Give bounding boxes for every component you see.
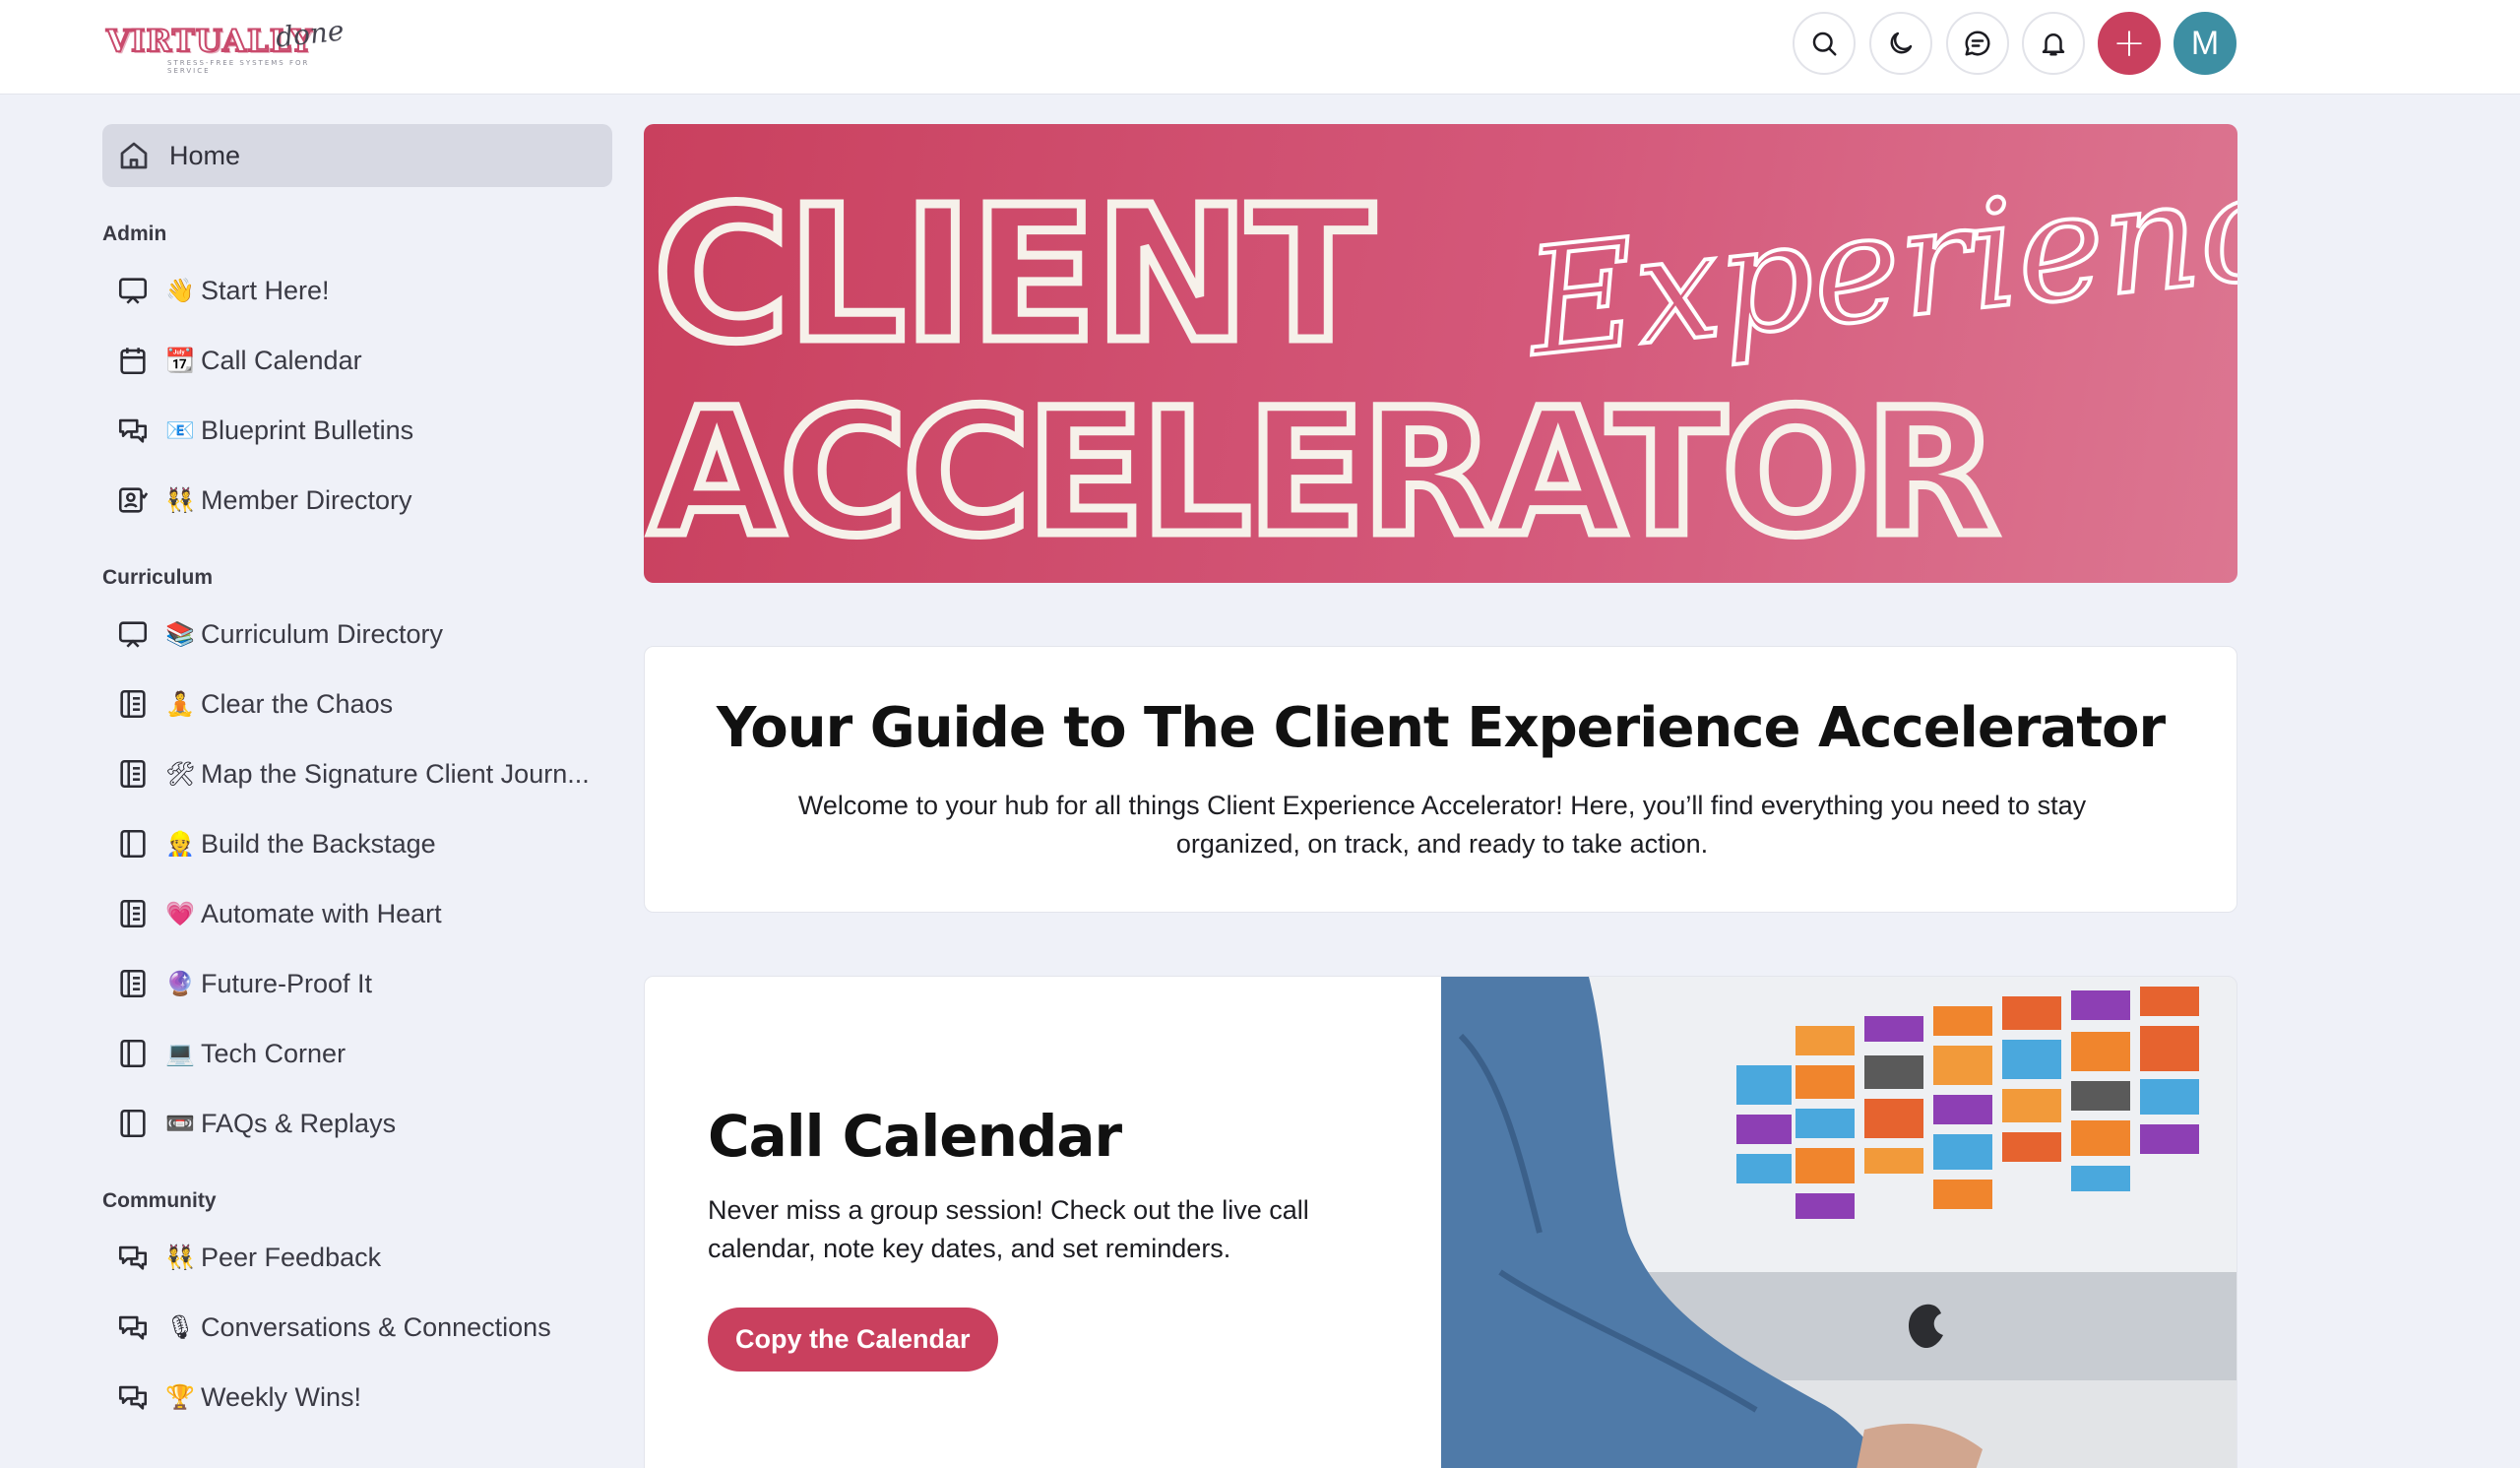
chat-icon bbox=[1965, 31, 1990, 56]
logo-tagline: STRESS-FREE SYSTEMS FOR SERVICE bbox=[167, 59, 310, 75]
search-icon bbox=[1812, 32, 1837, 56]
panel-icon bbox=[120, 829, 146, 859]
banner-artwork: CLIENT Experience ACCELERATOR bbox=[646, 129, 2238, 578]
panel-icon bbox=[120, 1039, 146, 1068]
chat-bubbles-icon bbox=[118, 1385, 148, 1410]
member-directory-icon bbox=[118, 487, 149, 513]
sidebar-item-label: Weekly Wins! bbox=[201, 1381, 362, 1412]
sidebar-item-label: Build the Backstage bbox=[201, 828, 436, 859]
document-list-icon bbox=[120, 689, 146, 719]
guide-title: Your Guide to The Client Experience Acce… bbox=[716, 696, 2166, 760]
sidebar-item-label: Curriculum Directory bbox=[201, 618, 444, 649]
call-calendar-card: Call Calendar Never miss a group session… bbox=[644, 976, 2237, 1468]
section-community: Community bbox=[102, 1189, 217, 1212]
moon-icon bbox=[1890, 32, 1913, 54]
plus-icon: + bbox=[2112, 21, 2146, 66]
sidebar-item-emoji: 💗 bbox=[165, 900, 195, 927]
panel-icon bbox=[120, 1109, 146, 1138]
sidebar-item-tech-corner[interactable]: 💻 Tech Corner bbox=[102, 1025, 612, 1082]
banner-script: Experience bbox=[1517, 131, 2237, 390]
sidebar-item-emoji: 👯 bbox=[165, 486, 195, 514]
search-button[interactable] bbox=[1793, 12, 1856, 75]
sidebar-item-emoji: 👷 bbox=[165, 830, 195, 858]
sidebar-item-emoji: 🧘 bbox=[165, 690, 195, 718]
sidebar-item-start-here[interactable]: 👋 Start Here! bbox=[102, 262, 612, 319]
sidebar-item-map-signature-client-journey[interactable]: 🛠 Map the Signature Client Journ... bbox=[102, 745, 612, 802]
avatar-initial: M bbox=[2190, 24, 2220, 62]
sidebar-item-emoji: 🎙 bbox=[165, 1313, 196, 1341]
sidebar-item-conversations-connections[interactable]: 🎙 Conversations & Connections bbox=[102, 1299, 612, 1356]
sidebar-item-emoji: 📆 bbox=[165, 347, 195, 374]
sidebar-item-emoji: 📼 bbox=[165, 1110, 195, 1137]
sidebar-item-clear-the-chaos[interactable]: 🧘 Clear the Chaos bbox=[102, 675, 612, 733]
sidebar-item-blueprint-bulletins[interactable]: 📧 Blueprint Bulletins bbox=[102, 402, 612, 459]
document-list-icon bbox=[120, 969, 146, 998]
user-avatar[interactable]: M bbox=[2174, 12, 2236, 75]
sidebar-item-emoji: 🔮 bbox=[165, 970, 195, 997]
copy-calendar-button[interactable]: Copy the Calendar bbox=[708, 1308, 998, 1372]
sidebar-item-label: Map the Signature Client Journ... bbox=[201, 758, 590, 789]
sidebar-item-label: Start Here! bbox=[201, 275, 330, 305]
sidebar-item-label: Member Directory bbox=[201, 484, 412, 515]
chat-bubbles-icon bbox=[118, 1245, 148, 1270]
sidebar-item-label: Future-Proof It bbox=[201, 968, 373, 998]
sidebar-item-label: Call Calendar bbox=[201, 345, 362, 375]
logo-script: done bbox=[274, 14, 346, 54]
sidebar-item-label: Tech Corner bbox=[201, 1038, 346, 1068]
notifications-button[interactable] bbox=[2022, 12, 2085, 75]
chat-bubbles-icon bbox=[118, 1315, 148, 1340]
chat-bubbles-icon bbox=[118, 418, 148, 443]
call-calendar-title: Call Calendar bbox=[708, 1103, 1122, 1170]
section-admin: Admin bbox=[102, 223, 167, 245]
sidebar-item-emoji: 👋 bbox=[165, 277, 195, 304]
bell-icon bbox=[2042, 33, 2065, 56]
document-list-icon bbox=[120, 899, 146, 928]
sidebar-item-member-directory[interactable]: 👯 Member Directory bbox=[102, 472, 612, 529]
brand-logo[interactable]: VIRTUALLY done STRESS-FREE SYSTEMS FOR S… bbox=[105, 14, 346, 75]
sidebar-item-weekly-wins[interactable]: 🏆 Weekly Wins! bbox=[102, 1369, 612, 1426]
sidebar-item-label: FAQs & Replays bbox=[201, 1108, 397, 1138]
banner-line-2: ACCELERATOR bbox=[650, 372, 1995, 574]
sidebar-item-emoji: 📧 bbox=[165, 416, 195, 444]
sidebar-item-faqs-replays[interactable]: 📼 FAQs & Replays bbox=[102, 1095, 612, 1152]
calendar-icon bbox=[120, 348, 146, 375]
sidebar-item-label: Clear the Chaos bbox=[201, 688, 394, 719]
sidebar-item-label: Home bbox=[169, 140, 241, 170]
call-calendar-description: Never miss a group session! Check out th… bbox=[708, 1195, 1309, 1263]
dark-mode-button[interactable] bbox=[1869, 12, 1932, 75]
sidebar-item-curriculum-directory[interactable]: 📚 Curriculum Directory bbox=[102, 606, 612, 663]
calendar-photo bbox=[1441, 977, 2236, 1468]
sidebar-item-emoji: 💻 bbox=[165, 1040, 195, 1067]
sidebar-item-emoji: 📚 bbox=[165, 620, 195, 648]
calendar-photo-illustration bbox=[1441, 977, 2236, 1468]
sidebar-item-future-proof-it[interactable]: 🔮 Future-Proof It bbox=[102, 955, 612, 1012]
top-bar: VIRTUALLY done STRESS-FREE SYSTEMS FOR S… bbox=[0, 0, 2520, 95]
home-icon bbox=[120, 142, 148, 169]
sidebar-item-label: Blueprint Bulletins bbox=[201, 415, 414, 445]
guide-description: Welcome to your hub for all things Clien… bbox=[797, 791, 2087, 859]
messages-button[interactable] bbox=[1946, 12, 2009, 75]
sidebar-item-emoji: 🏆 bbox=[165, 1383, 195, 1411]
guide-card: Your Guide to The Client Experience Acce… bbox=[644, 646, 2237, 913]
presentation-icon bbox=[118, 621, 148, 648]
sidebar-item-build-the-backstage[interactable]: 👷 Build the Backstage bbox=[102, 815, 612, 872]
document-list-icon bbox=[120, 759, 146, 789]
sidebar-item-label: Automate with Heart bbox=[201, 898, 442, 928]
sidebar-item-label: Peer Feedback bbox=[201, 1242, 382, 1272]
sidebar-item-emoji: 👯 bbox=[165, 1244, 195, 1271]
add-button[interactable]: + bbox=[2098, 12, 2161, 75]
sidebar-item-automate-with-heart[interactable]: 💗 Automate with Heart bbox=[102, 885, 612, 942]
section-curriculum: Curriculum bbox=[102, 566, 214, 589]
hero-banner: CLIENT Experience ACCELERATOR bbox=[644, 124, 2237, 583]
presentation-icon bbox=[118, 278, 148, 304]
sidebar-item-label: Conversations & Connections bbox=[201, 1311, 551, 1342]
sidebar-item-home[interactable]: Home bbox=[102, 124, 612, 187]
sidebar-item-peer-feedback[interactable]: 👯 Peer Feedback bbox=[102, 1229, 612, 1286]
sidebar-item-emoji: 🛠 bbox=[165, 760, 196, 788]
sidebar-item-call-calendar[interactable]: 📆 Call Calendar bbox=[102, 332, 612, 389]
banner-line-1: CLIENT bbox=[654, 167, 1373, 383]
